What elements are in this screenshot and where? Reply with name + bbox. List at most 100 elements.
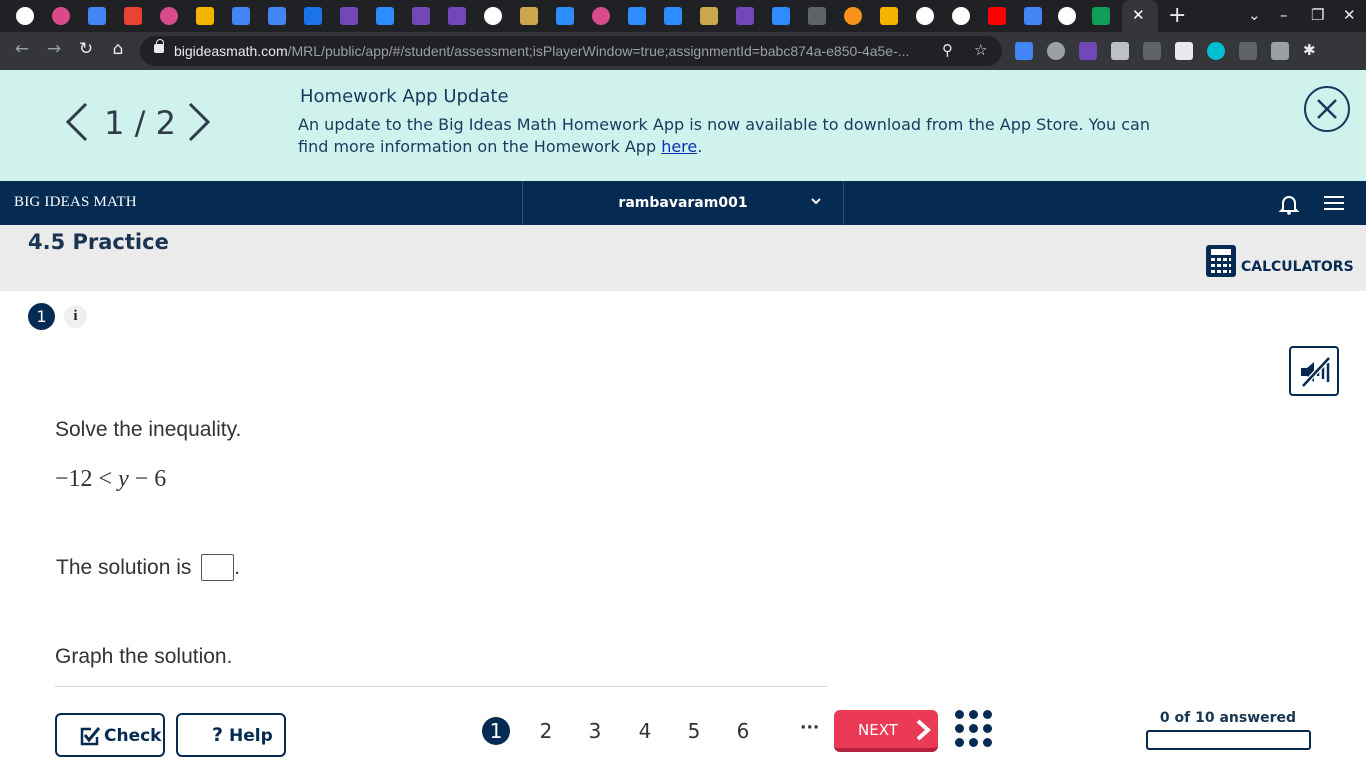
banner-prev-button[interactable]: [60, 100, 94, 144]
banner-title: Homework App Update: [300, 86, 509, 107]
progress-bar: [1146, 730, 1311, 750]
help-label: Help: [229, 726, 273, 746]
translate-extension-icon[interactable]: [1015, 42, 1033, 60]
pinwheel-icon[interactable]: [592, 7, 610, 25]
extension-icon[interactable]: [1111, 42, 1129, 60]
grid-dot: [955, 710, 964, 719]
user-dropdown[interactable]: rambavaram001: [522, 181, 844, 225]
update-banner: 1 / 2 Homework App Update An update to t…: [0, 70, 1366, 181]
check-button[interactable]: Check: [55, 713, 165, 757]
sheet-icon[interactable]: [304, 7, 322, 25]
profile-menu-icon[interactable]: ⌄: [1248, 6, 1261, 24]
brand-logo[interactable]: BIG IDEAS MATH: [14, 194, 137, 211]
banner-close-button[interactable]: [1304, 86, 1350, 132]
lock-icon[interactable]: [154, 39, 164, 53]
puzzle-extensions-icon[interactable]: ✱: [1303, 41, 1316, 59]
address-bar[interactable]: bigideasmath.com/MRL/public/app/#/studen…: [140, 36, 1002, 66]
banner-here-link[interactable]: here: [661, 137, 697, 156]
notification-bell-icon[interactable]: [1277, 192, 1301, 216]
close-tab-icon[interactable]: ✕: [1132, 6, 1145, 24]
grid-dot: [983, 724, 992, 733]
extension-icon[interactable]: [1143, 42, 1161, 60]
browser-toolbar: ← → ↻ ⌂ bigideasmath.com/MRL/public/app/…: [0, 32, 1366, 70]
graph-prompt: Graph the solution.: [55, 645, 233, 668]
zoom-icon[interactable]: [664, 7, 682, 25]
docs-icon[interactable]: [232, 7, 250, 25]
extension-icon[interactable]: [1239, 42, 1257, 60]
back-icon[interactable]: ←: [11, 39, 33, 59]
question-grid-icon[interactable]: [954, 709, 994, 749]
speaker-muted-icon: [1301, 356, 1331, 388]
zoom-icon[interactable]: ⚲: [942, 41, 953, 59]
extension-icon[interactable]: [1271, 42, 1289, 60]
image-icon[interactable]: [880, 7, 898, 25]
more-questions-button[interactable]: ···: [800, 718, 819, 738]
pinwheel-icon[interactable]: [52, 7, 70, 25]
grid-dot: [955, 724, 964, 733]
solution-line: The solution is .: [56, 554, 240, 581]
extension-icon[interactable]: [1207, 42, 1225, 60]
new-tab-icon[interactable]: +: [1168, 3, 1186, 28]
audio-muted-button[interactable]: [1289, 346, 1339, 396]
grid-dot: [955, 738, 964, 747]
forms-icon[interactable]: [340, 7, 358, 25]
zoom-icon[interactable]: [628, 7, 646, 25]
forward-icon[interactable]: →: [43, 39, 65, 59]
globe-icon[interactable]: [484, 7, 502, 25]
home-icon[interactable]: ⌂: [107, 39, 129, 59]
grid-dot: [969, 710, 978, 719]
google-icon[interactable]: [1058, 7, 1076, 25]
classroom-icon[interactable]: [196, 7, 214, 25]
inequality-expression: −12 < y − 6: [55, 466, 166, 493]
extension-icon[interactable]: [1175, 42, 1193, 60]
hamburger-menu-icon[interactable]: [1324, 195, 1344, 211]
reload-icon[interactable]: ↻: [75, 39, 97, 59]
next-button[interactable]: NEXT: [834, 710, 938, 752]
forms-icon[interactable]: [412, 7, 430, 25]
question-link-4[interactable]: 4: [630, 716, 660, 746]
google-icon[interactable]: [952, 7, 970, 25]
question-link-5[interactable]: 5: [679, 716, 709, 746]
youtube-icon[interactable]: [988, 7, 1006, 25]
pinwheel-icon[interactable]: [160, 7, 178, 25]
bottle-icon[interactable]: [700, 7, 718, 25]
drive-icon[interactable]: [1092, 7, 1110, 25]
docs-icon[interactable]: [268, 7, 286, 25]
zoom-icon[interactable]: [556, 7, 574, 25]
bitcoin-icon[interactable]: [844, 7, 862, 25]
forms-icon[interactable]: [736, 7, 754, 25]
url-text[interactable]: bigideasmath.com/MRL/public/app/#/studen…: [174, 43, 934, 59]
close-icon: [1317, 99, 1337, 119]
bookmark-star-icon[interactable]: ☆: [974, 41, 987, 59]
extension-icon[interactable]: [1047, 42, 1065, 60]
minimize-icon[interactable]: –: [1280, 6, 1288, 24]
banner-next-button[interactable]: [182, 100, 216, 144]
info-icon[interactable]: i: [64, 305, 87, 328]
zoom-icon[interactable]: [376, 7, 394, 25]
solution-prefix: The solution is: [56, 556, 192, 579]
restore-icon[interactable]: ❐: [1311, 6, 1324, 24]
extension-icon[interactable]: [1079, 42, 1097, 60]
docs-icon[interactable]: [1024, 7, 1042, 25]
calculators-button[interactable]: CALCULATORS: [1206, 243, 1354, 279]
solution-answer-input[interactable]: [201, 554, 235, 581]
help-button[interactable]: ? Help: [176, 713, 286, 757]
google-icon[interactable]: [16, 7, 34, 25]
question-link-3[interactable]: 3: [580, 716, 610, 746]
forms-icon[interactable]: [448, 7, 466, 25]
inequality-lhs: −12 <: [55, 466, 119, 492]
banner-pager-count: 1 / 2: [104, 104, 176, 142]
chevron-down-icon: [811, 198, 821, 205]
calculator-icon: [1206, 245, 1236, 277]
google-icon[interactable]: [916, 7, 934, 25]
question-link-6[interactable]: 6: [728, 716, 758, 746]
bottle-icon[interactable]: [520, 7, 538, 25]
question-link-2[interactable]: 2: [531, 716, 561, 746]
close-window-icon[interactable]: ✕: [1343, 6, 1356, 24]
question-link-1[interactable]: 1: [482, 717, 510, 745]
zoom-icon[interactable]: [772, 7, 790, 25]
pdf-icon[interactable]: [808, 7, 826, 25]
gmail-icon[interactable]: [124, 7, 142, 25]
docs-icon[interactable]: [88, 7, 106, 25]
active-tab[interactable]: ✕: [1122, 0, 1158, 32]
